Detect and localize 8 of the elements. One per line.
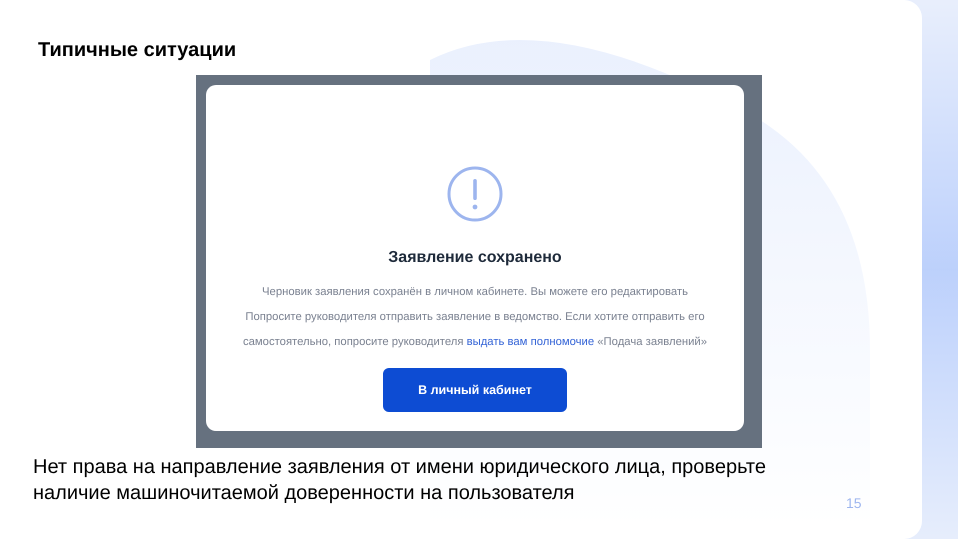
slide-caption: Нет права на направление заявления от имени юридического лица, проверьте наличие машиночитаемой доверенности на пользователя: [33, 455, 767, 506]
warning-icon: [446, 165, 504, 223]
permission-link[interactable]: выдать вам полномочие: [466, 336, 594, 348]
cabinet-button[interactable]: В личный кабинет: [383, 368, 567, 412]
slide-title: Типичные ситуации: [38, 38, 236, 62]
dialog-title: Заявление сохранено: [388, 248, 562, 268]
dialog-message: Черновик заявления сохранён в личном кабинете. Вы можете его редактировать Попросите руководителя отправить заявление в ведомство. Если хотите отправить его самостоятельно, попросите руководителя выдать вам полномочие «Подача заявлений»: [242, 285, 708, 350]
page-number: 15: [846, 494, 862, 513]
